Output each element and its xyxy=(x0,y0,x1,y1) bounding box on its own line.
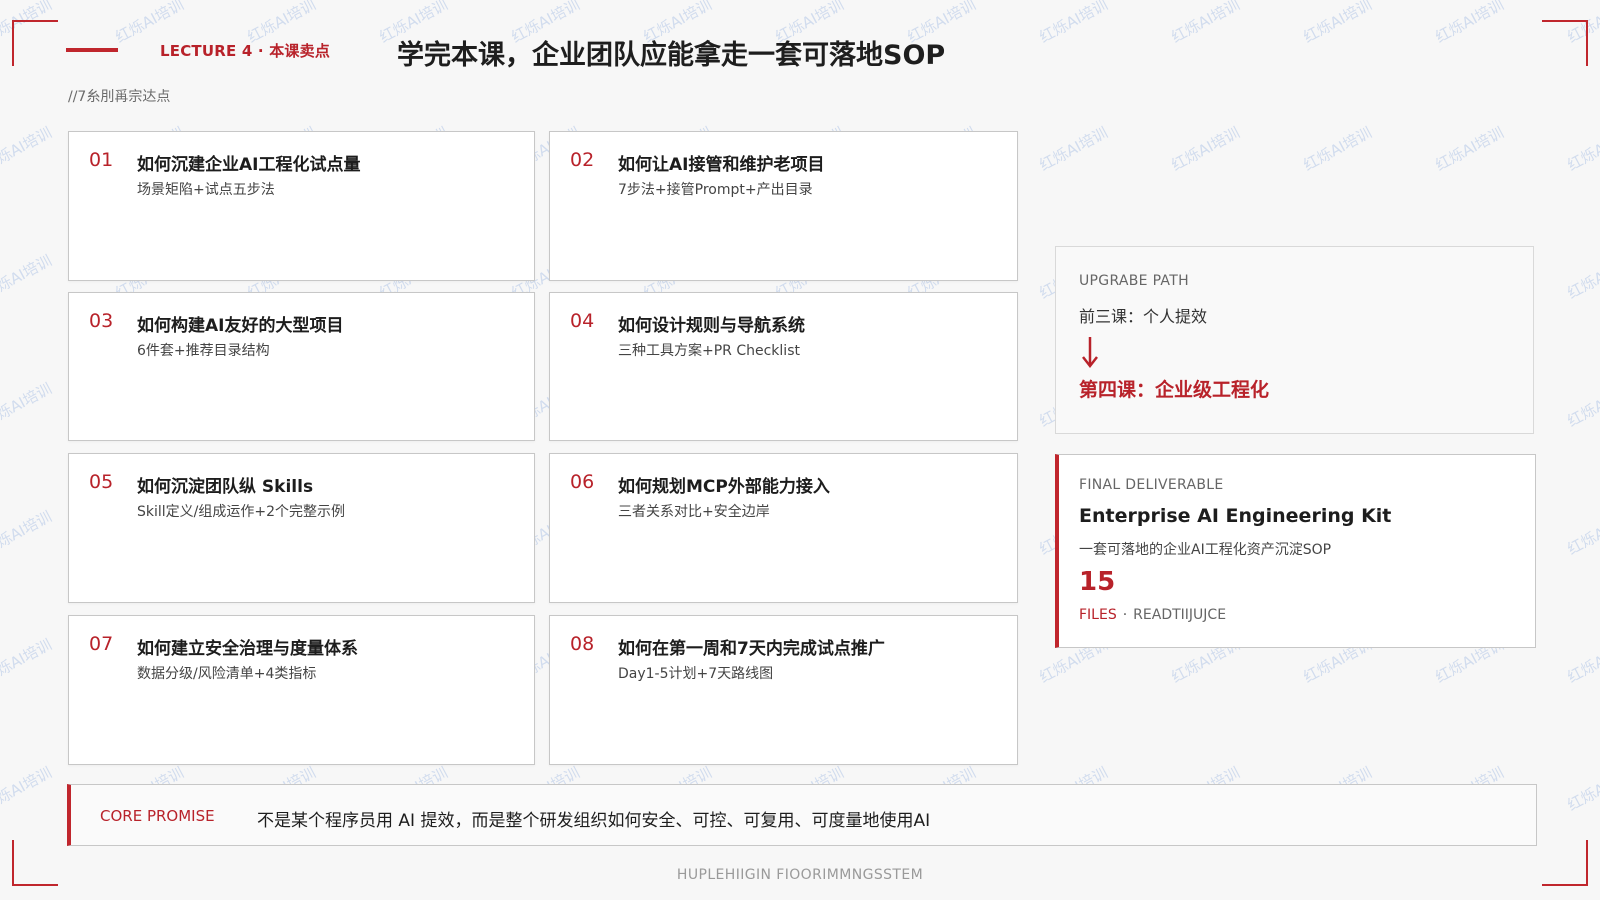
card-title: 如何沉建企业AI工程化试点量 xyxy=(137,155,361,175)
card-title: 如何设计规则与导航系统 xyxy=(618,316,805,336)
corner-bracket-top-left xyxy=(12,20,58,66)
section-sub-label: //7糸刖爯宗达点 xyxy=(68,89,171,105)
card-description: 三种工具方案+PR Checklist xyxy=(618,343,800,359)
file-count: 15 xyxy=(1079,567,1116,597)
card-description: 7步法+接管Prompt+产出目录 xyxy=(618,182,813,198)
topic-card-07: 07 如何建立安全治理与度量体系 数据分级/风险清单+4类指标 xyxy=(68,615,535,765)
watermark-text: 红烁AI培训 xyxy=(0,123,55,175)
watermark-text: 红烁AI培训 xyxy=(0,379,55,431)
topic-card-05: 05 如何沉淀团队纵 Skills Skill定义/组成运作+2个完整示例 xyxy=(68,453,535,603)
header-accent-rule xyxy=(66,48,118,52)
card-number: 07 xyxy=(89,633,114,655)
card-description: Skill定义/组成运作+2个完整示例 xyxy=(137,504,346,520)
card-description: Day1-5计划+7天路线图 xyxy=(618,666,774,682)
watermark-text: 红烁AI培训 xyxy=(1564,123,1600,175)
card-number: 05 xyxy=(89,471,114,493)
watermark-text: 红烁AI培训 xyxy=(1564,251,1600,303)
topic-card-04: 04 如何设计规则与导航系统 三种工具方案+PR Checklist xyxy=(549,292,1018,441)
upgrade-path-from: 前三课：个人提效 xyxy=(1079,307,1208,326)
watermark-text: 红烁AI培训 xyxy=(1300,0,1375,47)
watermark-text: 红烁AI培训 xyxy=(1168,123,1243,175)
card-title: 如何沉淀团队纵 Skills xyxy=(137,477,314,497)
kit-description: 一套可落地的企业AI工程化资产沉淀SOP xyxy=(1079,542,1332,558)
readme-label: READTIIJUJCE xyxy=(1133,607,1227,623)
topic-card-02: 02 如何让AI接管和维护老项目 7步法+接管Prompt+产出目录 xyxy=(549,131,1018,281)
upgrade-path-eyebrow: UPGRABE PATH xyxy=(1079,273,1189,289)
footer-text: HUPLEHIIGIN FIOORIMMNGSSTEM xyxy=(676,867,924,883)
files-separator: · xyxy=(1122,607,1128,623)
watermark-text: 红烁AI培训 xyxy=(1300,123,1375,175)
core-promise-banner: CORE PROMISE 不是某个程序员用 AI 提效，而是整个研发组织如何安全… xyxy=(67,784,1537,846)
watermark-text: 红烁AI培训 xyxy=(1564,379,1600,431)
card-title: 如何构建AI友好的大型项目 xyxy=(137,316,344,336)
card-description: 场景矩陷+试点五步法 xyxy=(137,182,275,198)
topic-card-03: 03 如何构建AI友好的大型项目 6件套+推荐目录结构 xyxy=(68,292,535,441)
watermark-text: 红烁AI培训 xyxy=(1564,507,1600,559)
card-number: 06 xyxy=(570,471,595,493)
watermark-text: 红烁AI培训 xyxy=(1036,0,1111,47)
watermark-text: 红烁AI培训 xyxy=(0,251,55,303)
arrow-down-icon xyxy=(1082,337,1098,369)
watermark-text: 红烁AI培训 xyxy=(0,507,55,559)
final-deliverable-eyebrow: FINAL DELIVERABLE xyxy=(1079,477,1224,493)
card-title: 如何在第一周和7天内完成试点推广 xyxy=(618,639,885,659)
watermark-text: 红烁AI培训 xyxy=(1168,0,1243,47)
card-title: 如何让AI接管和维护老项目 xyxy=(618,155,825,175)
watermark-text: 红烁AI培训 xyxy=(1432,123,1507,175)
watermark-text: 红烁AI培训 xyxy=(1564,635,1600,687)
card-number: 01 xyxy=(89,149,114,171)
watermark-text: 红烁AI培训 xyxy=(1564,763,1600,815)
watermark-text: 红烁AI培训 xyxy=(1432,0,1507,47)
page-title: 学完本课，企业团队应能拿走一套可落地SOP xyxy=(397,40,946,71)
upgrade-path-panel: UPGRABE PATH 前三课：个人提效 第四课：企业级工程化 xyxy=(1055,246,1534,434)
topic-card-01: 01 如何沉建企业AI工程化试点量 场景矩陷+试点五步法 xyxy=(68,131,535,281)
topic-card-08: 08 如何在第一周和7天内完成试点推广 Day1-5计划+7天路线图 xyxy=(549,615,1018,765)
card-number: 04 xyxy=(570,310,595,332)
card-title: 如何规划MCP外部能力接入 xyxy=(618,477,830,497)
core-promise-label: CORE PROMISE xyxy=(100,807,215,825)
card-title: 如何建立安全治理与度量体系 xyxy=(137,639,358,659)
watermark-text: 红烁AI培训 xyxy=(0,635,55,687)
upgrade-path-to: 第四课：企业级工程化 xyxy=(1079,379,1270,401)
final-deliverable-panel: FINAL DELIVERABLE Enterprise AI Engineer… xyxy=(1055,454,1536,648)
card-number: 02 xyxy=(570,149,595,171)
lecture-label: LECTURE 4 · 本课卖点 xyxy=(160,42,331,60)
kit-title: Enterprise AI Engineering Kit xyxy=(1079,505,1392,527)
card-description: 三者关系对比+安全边岸 xyxy=(618,504,770,520)
card-number: 08 xyxy=(570,633,595,655)
card-number: 03 xyxy=(89,310,114,332)
card-description: 6件套+推荐目录结构 xyxy=(137,343,270,359)
watermark-text: 红烁AI培训 xyxy=(1036,123,1111,175)
corner-bracket-top-right xyxy=(1542,20,1588,66)
topic-card-06: 06 如何规划MCP外部能力接入 三者关系对比+安全边岸 xyxy=(549,453,1018,603)
core-promise-text: 不是某个程序员用 AI 提效，而是整个研发组织如何安全、可控、可复用、可度量地使… xyxy=(257,811,931,831)
files-row: FILES · READTIIJUJCE xyxy=(1079,607,1226,623)
card-description: 数据分级/风险清单+4类指标 xyxy=(137,666,317,682)
watermark-text: 红烁AI培训 xyxy=(0,763,55,815)
files-label: FILES xyxy=(1079,607,1117,623)
